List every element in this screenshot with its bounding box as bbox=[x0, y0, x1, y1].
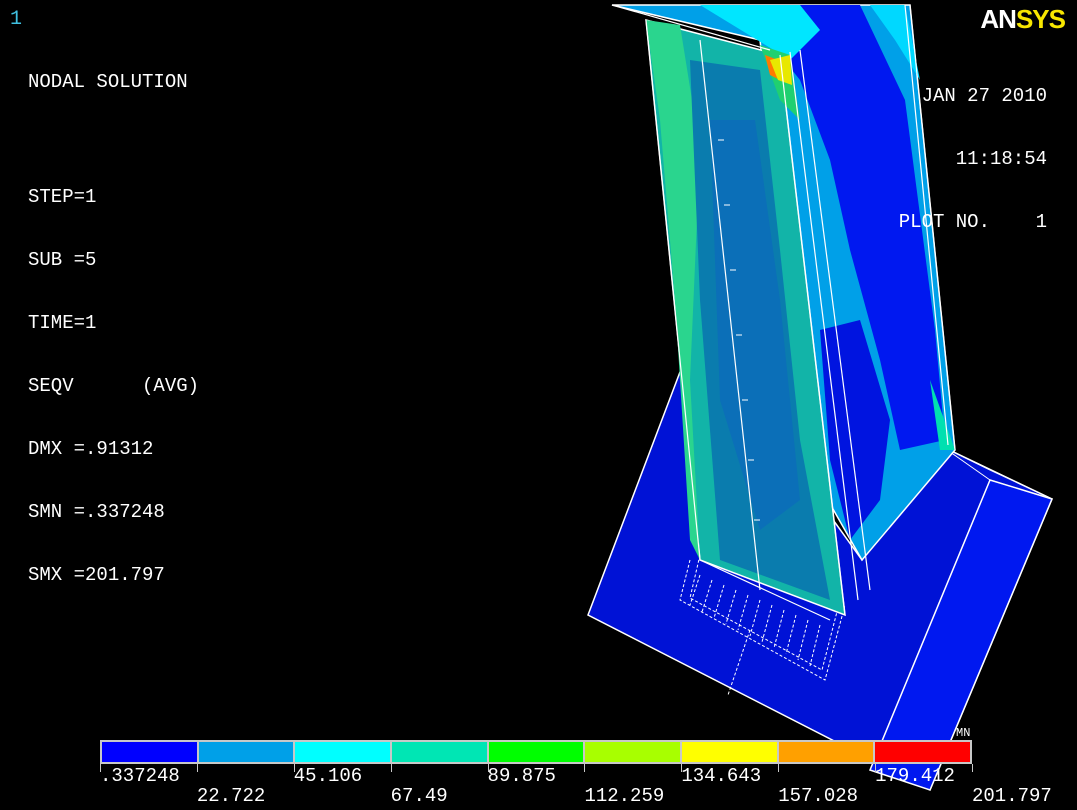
legend-swatch bbox=[198, 742, 296, 762]
legend-label: 89.875 bbox=[487, 765, 556, 787]
legend-swatch bbox=[102, 742, 199, 762]
plot-number: PLOT NO. 1 bbox=[898, 211, 1047, 233]
dmx-value: DMX =.91312 bbox=[28, 438, 154, 460]
plot-date: JAN 27 2010 bbox=[921, 85, 1047, 107]
legend-swatch bbox=[585, 742, 683, 762]
plot-time: 11:18:54 bbox=[955, 148, 1047, 170]
legend-label: 201.797 bbox=[972, 785, 1052, 807]
solution-title: NODAL SOLUTION bbox=[28, 71, 188, 93]
legend-tick bbox=[584, 764, 586, 772]
legend-swatch bbox=[295, 742, 393, 762]
smn-value: SMN =.337248 bbox=[28, 501, 165, 523]
smx-value: SMX =201.797 bbox=[28, 564, 165, 586]
legend-label: .337248 bbox=[100, 765, 180, 787]
ansys-logo: ANSYS bbox=[980, 4, 1066, 35]
time-value: TIME=1 bbox=[28, 312, 97, 334]
legend-tick bbox=[972, 764, 973, 772]
legend-label: 112.259 bbox=[584, 785, 665, 807]
legend-swatch bbox=[392, 742, 489, 762]
contour-legend-bar bbox=[100, 740, 972, 764]
legend-tick bbox=[778, 764, 780, 772]
date-block: JAN 27 2010 11:18:54 PLOT NO. 1 bbox=[899, 44, 1047, 275]
window-number: 1 bbox=[10, 8, 23, 31]
legend-label: 134.643 bbox=[681, 765, 762, 787]
legend-unit: MN bbox=[956, 726, 971, 740]
legend-label: 22.722 bbox=[196, 785, 266, 807]
legend-tick bbox=[196, 764, 198, 772]
legend-label: 157.028 bbox=[778, 785, 859, 807]
ansys-logo-an: AN bbox=[980, 4, 1017, 34]
ansys-logo-sys: SYS bbox=[1015, 4, 1066, 34]
legend-swatch bbox=[875, 742, 971, 762]
legend-label: 179.412 bbox=[875, 765, 955, 787]
solution-info-block: NODAL SOLUTION STEP=1 SUB =5 TIME=1 SEQV… bbox=[28, 30, 199, 628]
seqv-label: SEQV (AVG) bbox=[28, 375, 200, 397]
legend-swatch bbox=[488, 742, 586, 762]
legend-label: 45.106 bbox=[293, 765, 363, 787]
sub-value: SUB =5 bbox=[28, 249, 97, 271]
legend-tick bbox=[390, 764, 392, 772]
step-value: STEP=1 bbox=[28, 186, 97, 208]
legend-swatch bbox=[682, 742, 779, 762]
legend-label: 67.49 bbox=[390, 785, 448, 807]
graphics-viewport[interactable]: 1 ANSYS NODAL SOLUTION STEP=1 SUB =5 TIM… bbox=[0, 0, 1077, 810]
legend-swatch bbox=[778, 742, 876, 762]
